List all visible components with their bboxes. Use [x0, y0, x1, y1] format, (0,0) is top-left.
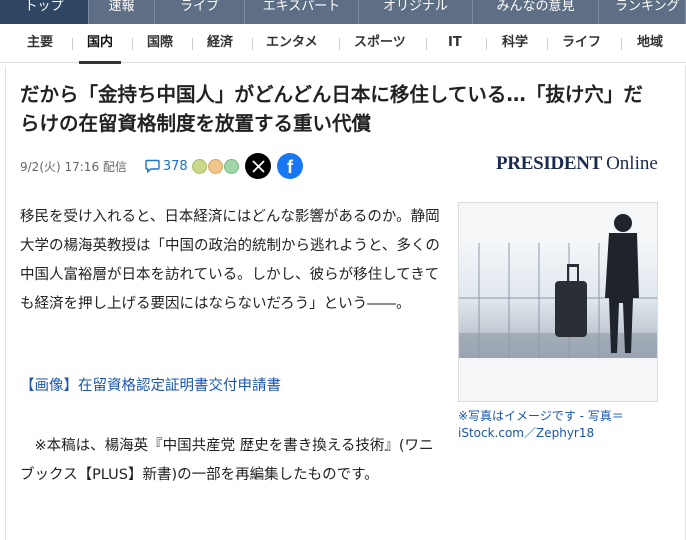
article-lead: 移民を受け入れると、日本経済にはどんな影響があるのか。静岡大学の楊海英教授は「中…	[20, 209, 440, 312]
publisher-logo[interactable]: PRESIDENT Online	[496, 153, 658, 175]
category-region[interactable]: 地域	[637, 24, 663, 63]
photo-caption[interactable]: ※写真はイメージです - 写真＝iStock.com／Zephyr18	[458, 408, 658, 442]
facebook-share-button[interactable]: f	[277, 153, 303, 179]
article-headline: だから「金持ち中国人」がどんどん日本に移住している…「抜け穴」だらけの在留資格制…	[20, 83, 643, 135]
reaction-face-icon	[191, 158, 207, 174]
category-science[interactable]: 科学	[502, 24, 528, 63]
facebook-logo-icon: f	[287, 157, 293, 177]
comment-count: 378	[162, 158, 188, 174]
reaction-face-icon	[223, 158, 239, 174]
category-domestic[interactable]: 国内	[78, 24, 122, 64]
article-photo[interactable]	[458, 202, 658, 402]
category-international[interactable]: 国際	[147, 24, 173, 63]
divider	[621, 38, 622, 50]
comment-bubble-icon	[145, 159, 160, 173]
tab-top[interactable]: トップ	[0, 0, 89, 24]
category-entertainment[interactable]: エンタメ	[266, 24, 318, 63]
tab-breaking[interactable]: 速報	[89, 0, 155, 24]
tab-ranking[interactable]: ランキング	[599, 0, 686, 24]
top-navigation: トップ 速報 ライブ エキスパート オリジナル みんなの意見 ランキング	[0, 0, 686, 24]
divider	[192, 38, 193, 50]
divider	[72, 38, 73, 50]
tab-live[interactable]: ライブ	[155, 0, 245, 24]
category-it[interactable]: IT	[448, 24, 462, 63]
comment-link[interactable]: 378	[145, 159, 188, 174]
tab-original[interactable]: オリジナル	[359, 0, 473, 24]
divider	[339, 38, 340, 50]
reaction-face-icon	[207, 158, 223, 174]
category-economy[interactable]: 経済	[207, 24, 233, 63]
image-link[interactable]: 【画像】在留資格認定証明書交付申請書	[20, 374, 281, 395]
divider	[132, 38, 133, 50]
publisher-logo-sub: Online	[606, 153, 658, 174]
category-sports[interactable]: スポーツ	[354, 24, 406, 63]
category-navigation: 主要 国内 国際 経済 エンタメ スポーツ IT 科学 ライフ 地域	[0, 24, 686, 64]
airport-suitcase-image	[459, 203, 657, 401]
article-note: ※本稿は、楊海英『中国共産党 歴史を書き換える技術』(ワニブックス【PLUS】新…	[20, 438, 434, 483]
x-logo-icon	[251, 159, 265, 173]
divider	[547, 38, 548, 50]
article-meta: 9/2(火) 17:16 配信 378	[20, 154, 240, 178]
category-main[interactable]: 主要	[27, 24, 53, 63]
tab-opinions[interactable]: みんなの意見	[473, 0, 599, 24]
divider	[426, 38, 427, 50]
divider	[252, 38, 253, 50]
divider	[486, 38, 487, 50]
publish-date: 9/2(火) 17:16 配信	[20, 159, 127, 174]
category-life[interactable]: ライフ	[562, 24, 601, 63]
reaction-faces-icon[interactable]	[191, 158, 240, 174]
publisher-logo-main: PRESIDENT	[496, 153, 603, 174]
x-share-button[interactable]	[245, 153, 271, 179]
tab-expert[interactable]: エキスパート	[245, 0, 359, 24]
